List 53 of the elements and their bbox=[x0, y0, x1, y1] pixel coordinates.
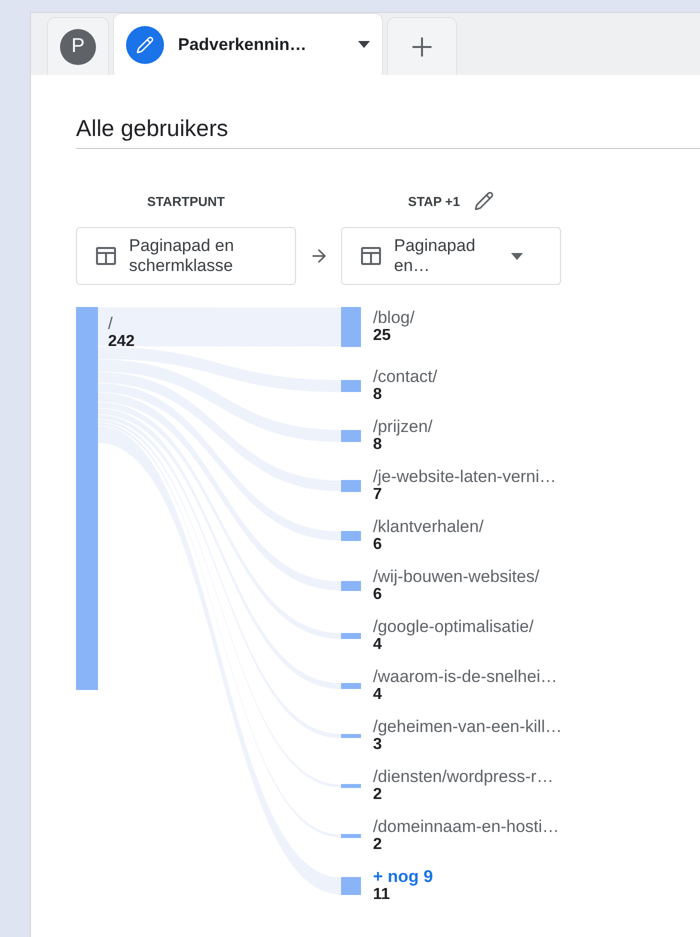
segment-title: Alle gebruikers bbox=[76, 115, 700, 149]
node-label: /waarom-is-de-snelhei… bbox=[373, 668, 558, 686]
dimension-selector[interactable]: Paginapad en schermklasse bbox=[76, 227, 296, 285]
node-count: 4 bbox=[373, 686, 383, 704]
node-label: /geheimen-van-een-kill… bbox=[373, 718, 562, 736]
node-label: /blog/ bbox=[373, 309, 415, 327]
tab-label: Padverkennin… bbox=[178, 34, 308, 54]
node-label: / bbox=[108, 315, 114, 333]
node-count: 8 bbox=[373, 386, 383, 404]
node-bar bbox=[341, 784, 361, 788]
node-bar bbox=[341, 834, 361, 838]
node-bar bbox=[341, 430, 361, 442]
node-label: /klantverhalen/ bbox=[373, 518, 484, 536]
node-count: 7 bbox=[373, 486, 383, 504]
dimension-selector[interactable]: Paginapad en… bbox=[341, 227, 561, 285]
node-bar bbox=[341, 877, 361, 895]
node-label: /google-optimalisatie/ bbox=[373, 618, 534, 636]
node-count: 25 bbox=[373, 327, 392, 345]
node-count: 2 bbox=[373, 836, 383, 854]
node-bar bbox=[341, 734, 361, 738]
node-label: /wij-bouwen-websites/ bbox=[373, 568, 540, 586]
node-bar bbox=[341, 581, 361, 591]
avatar: P bbox=[60, 28, 96, 64]
node-count: 4 bbox=[373, 636, 383, 654]
node-count: 11 bbox=[373, 886, 391, 904]
node-bar bbox=[341, 380, 361, 392]
node-count: 242 bbox=[108, 333, 136, 351]
node-bar bbox=[341, 682, 361, 690]
table-icon bbox=[95, 246, 117, 266]
node-count: 3 bbox=[373, 736, 383, 754]
caret-icon bbox=[358, 41, 370, 48]
tab[interactable]: Padverkennin… bbox=[113, 13, 383, 75]
node-count: 8 bbox=[373, 436, 383, 454]
node-count: 6 bbox=[373, 536, 383, 554]
node-label: /diensten/wordpress-r… bbox=[373, 768, 554, 786]
node-label: /prijzen/ bbox=[373, 418, 433, 436]
step-heading: STAP +1 bbox=[408, 194, 460, 208]
step-heading: STARTPUNT bbox=[147, 194, 225, 208]
node-count: 6 bbox=[373, 586, 383, 604]
pencil-icon bbox=[126, 26, 164, 64]
node-bar bbox=[341, 531, 361, 541]
pencil-icon[interactable] bbox=[474, 191, 494, 211]
node-bar bbox=[341, 632, 361, 640]
node-count: 2 bbox=[373, 786, 383, 804]
tab[interactable]: P bbox=[47, 17, 109, 75]
node-bar bbox=[341, 480, 361, 492]
caret-icon bbox=[511, 252, 523, 260]
table-icon bbox=[360, 246, 382, 266]
node-label: /contact/ bbox=[373, 368, 438, 386]
node-label: /je-website-laten-verni… bbox=[373, 468, 556, 486]
node-bar bbox=[341, 307, 361, 347]
more-link[interactable]: + nog 9 bbox=[373, 868, 433, 886]
node-label: /domeinnaam-en-hosti… bbox=[373, 818, 560, 836]
